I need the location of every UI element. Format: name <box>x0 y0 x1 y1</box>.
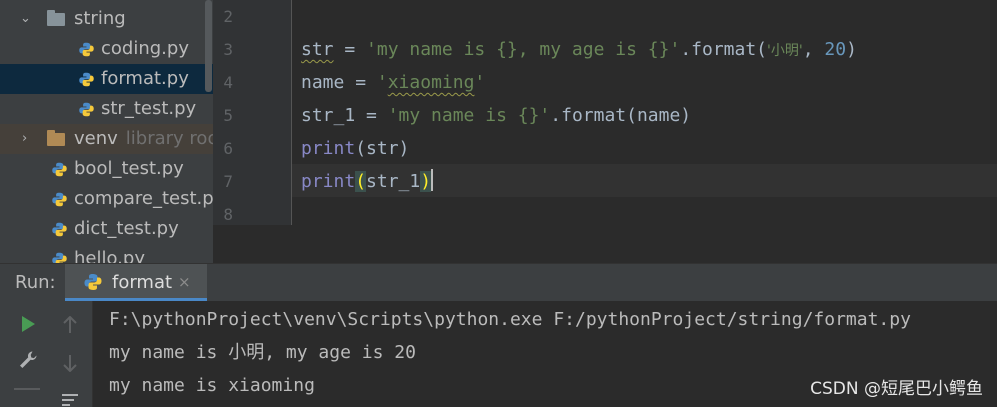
library-root-hint: library roo <box>125 128 213 149</box>
chevron-right-icon[interactable]: › <box>22 124 27 154</box>
builtin-function: print <box>301 171 356 192</box>
number-literal: 20 <box>824 39 847 60</box>
line-number: 6 <box>223 139 233 158</box>
string-literal: ' <box>376 72 388 93</box>
tree-item-label: str_test.py <box>101 98 197 119</box>
arrow-up-icon[interactable] <box>62 316 78 334</box>
bracket-match: ( <box>355 171 367 192</box>
string-literal: '小明' <box>767 43 803 59</box>
project-tree: ⌄ string coding.py format.py str_test.py… <box>0 0 213 263</box>
python-file-icon <box>79 42 94 57</box>
tree-folder-string[interactable]: ⌄ string <box>0 4 213 34</box>
line-number: 2 <box>223 7 233 26</box>
string-literal: ' <box>474 72 486 93</box>
editor-bottom <box>213 225 997 263</box>
wrench-icon[interactable] <box>18 350 38 370</box>
code-token: = <box>355 105 388 126</box>
python-file-icon <box>79 102 94 117</box>
run-toolbar-secondary <box>50 301 93 407</box>
line-number: 5 <box>223 106 233 125</box>
play-icon[interactable] <box>19 315 37 333</box>
tree-file-format[interactable]: format.py <box>0 64 213 94</box>
python-file-icon <box>52 222 67 237</box>
tree-file-str-test[interactable]: str_test.py <box>0 94 213 124</box>
tree-item-label: format.py <box>101 68 189 89</box>
string-literal: 'my name is {}, my age is {}' <box>366 39 681 60</box>
code-token: .format(name) <box>550 105 692 126</box>
tree-item-label: bool_test.py <box>74 158 184 179</box>
console-line: F:\pythonProject\venv\Scripts\python.exe… <box>109 309 911 330</box>
code-line-3: str = 'my name is {}, my age is {}'.form… <box>301 33 857 66</box>
line-number: 3 <box>223 40 233 59</box>
toolbar-separator <box>14 388 40 390</box>
code-token: (str) <box>355 138 410 159</box>
chevron-down-icon[interactable]: ⌄ <box>20 4 31 34</box>
tree-file-coding[interactable]: coding.py <box>0 34 213 64</box>
run-panel-title: Run: <box>15 272 56 293</box>
run-toolbar <box>0 301 50 407</box>
python-file-icon <box>52 162 67 177</box>
close-icon[interactable]: × <box>178 264 191 301</box>
code-line-5: str_1 = 'my name is {}'.format(name) <box>301 99 691 132</box>
run-tab-label[interactable]: format <box>112 264 172 301</box>
code-token: str <box>301 39 334 60</box>
code-token: = <box>333 39 367 60</box>
sidebar-scrollbar[interactable] <box>205 0 212 92</box>
line-number: 8 <box>223 205 233 224</box>
python-file-icon <box>52 192 67 207</box>
python-file-icon <box>79 72 94 87</box>
tree-item-label: coding.py <box>101 38 189 59</box>
tree-file-dict-test[interactable]: dict_test.py <box>0 214 213 244</box>
string-literal: 'my name is {}' <box>387 105 551 126</box>
text-cursor <box>431 169 434 191</box>
python-file-icon <box>84 274 102 290</box>
tree-item-label: venv <box>74 128 118 149</box>
code-token: str_1 <box>366 171 421 192</box>
string-literal: xiaoming <box>387 72 475 93</box>
console-line: my name is 小明, my age is 20 <box>109 342 416 363</box>
tree-item-label: hello.py <box>74 248 145 263</box>
tree-item-label: string <box>74 8 126 29</box>
tree-file-hello[interactable]: hello.py <box>0 244 213 263</box>
code-token: name <box>301 72 345 93</box>
line-number: 4 <box>223 73 233 92</box>
folder-icon <box>47 130 65 146</box>
python-file-icon <box>52 252 67 263</box>
tree-item-label: compare_test.py <box>74 188 213 209</box>
builtin-function: print <box>301 138 356 159</box>
code-token: ) <box>846 39 857 60</box>
tree-folder-venv[interactable]: › venv library roo <box>0 124 213 154</box>
bracket-match: ) <box>420 171 432 192</box>
code-token: = <box>344 72 377 93</box>
arrow-down-icon[interactable] <box>62 354 78 372</box>
code-token: .format( <box>680 39 768 60</box>
soft-wrap-icon[interactable] <box>61 393 79 407</box>
code-token: str_1 <box>301 105 356 126</box>
tree-file-bool-test[interactable]: bool_test.py <box>0 154 213 184</box>
watermark: CSDN @短尾巴小鳄鱼 <box>810 379 983 399</box>
tree-file-compare-test[interactable]: compare_test.py <box>0 184 213 214</box>
code-line-6: print(str) <box>301 132 409 165</box>
tree-item-label: dict_test.py <box>74 218 179 239</box>
folder-icon <box>47 10 65 26</box>
code-line-7: print(str_1) <box>301 165 434 198</box>
line-number: 7 <box>223 172 233 191</box>
console-line: my name is xiaoming <box>109 375 315 396</box>
code-token: , <box>802 39 825 60</box>
code-line-4: name = 'xiaoming' <box>301 66 485 99</box>
